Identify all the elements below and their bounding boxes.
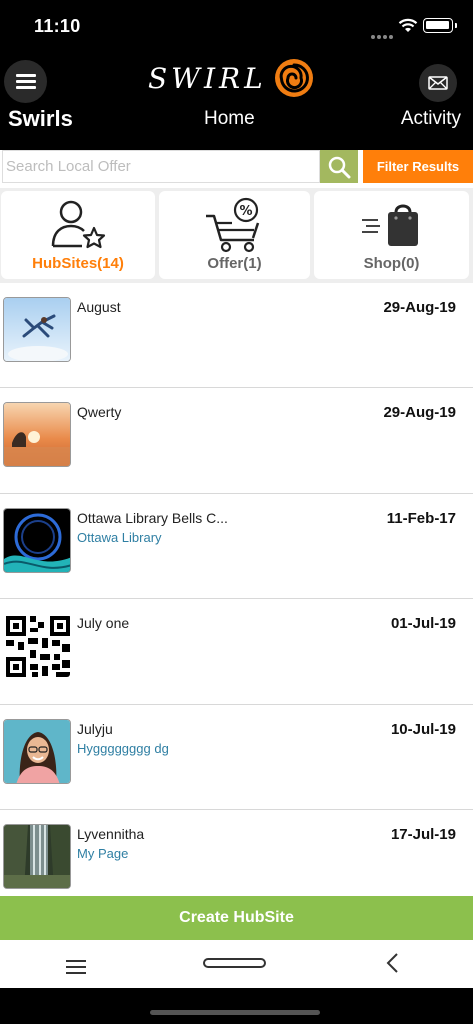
tab-offer[interactable]: % Offer(1): [159, 191, 310, 279]
item-name: Lyvennitha: [77, 825, 145, 842]
list-item[interactable]: August 29-Aug-19: [0, 283, 473, 389]
search-button[interactable]: [320, 150, 358, 183]
messages-button[interactable]: [419, 64, 457, 102]
item-date: 11-Feb-17: [386, 509, 456, 527]
tab-label: HubSites(14): [32, 255, 124, 272]
hubsite-thumbnail: [3, 297, 71, 362]
item-name: Qwerty: [77, 404, 122, 421]
signal-dots-icon: [371, 26, 395, 44]
system-nav-bar: [0, 940, 473, 988]
search-input[interactable]: [2, 150, 320, 183]
user-star-icon: [51, 200, 106, 249]
hubsite-list: August 29-Aug-19 Qwerty 29-Aug-19 Ottawa…: [0, 283, 473, 896]
item-subtitle[interactable]: Hygggggggg dg: [77, 741, 169, 756]
tab-label: Shop(0): [363, 255, 420, 272]
category-tabs: HubSites(14) % Offer(1) Shop(0): [0, 188, 473, 283]
home-indicator[interactable]: [150, 1010, 320, 1015]
status-bar: 11:10: [0, 0, 473, 50]
tab-shop[interactable]: Shop(0): [314, 191, 469, 279]
item-date: 29-Aug-19: [383, 299, 456, 316]
hubsite-thumbnail: [3, 718, 71, 784]
activity-link[interactable]: Activity: [401, 108, 461, 130]
swirl-logo-icon: [274, 59, 313, 97]
list-item[interactable]: Qwerty 29-Aug-19: [0, 388, 473, 494]
tab-hubsites[interactable]: HubSites(14): [1, 191, 155, 279]
mail-icon: [428, 76, 448, 90]
hubsite-thumbnail: [3, 823, 71, 889]
hubsite-thumbnail: [3, 402, 71, 468]
hubsite-thumbnail: [3, 507, 71, 573]
item-date: 17-Jul-19: [390, 825, 456, 843]
list-item[interactable]: Lyvennitha My Page 17-Jul-19: [0, 810, 473, 896]
item-date: 01-Jul-19: [390, 615, 456, 633]
item-date: 29-Aug-19: [383, 404, 456, 422]
list-item[interactable]: July one 01-Jul-19: [0, 599, 473, 705]
list-item[interactable]: Julyju Hygggggggg dg 10-Jul-19: [0, 705, 473, 810]
item-date: 10-Jul-19: [390, 720, 456, 738]
home-link[interactable]: Home: [204, 108, 255, 130]
cart-percent-icon: %: [205, 197, 259, 253]
item-name: Julyju: [77, 720, 113, 737]
back-chevron-icon[interactable]: [383, 950, 403, 976]
hubsite-thumbnail: [3, 613, 71, 679]
item-subtitle[interactable]: My Page: [77, 846, 128, 861]
recent-apps-icon[interactable]: [66, 956, 86, 978]
tab-label: Offer(1): [207, 255, 262, 272]
wifi-icon: [398, 18, 418, 32]
menu-button[interactable]: [4, 60, 47, 103]
status-time: 11:10: [34, 16, 81, 36]
home-pill-icon[interactable]: [203, 958, 266, 968]
create-hubsite-button[interactable]: Create HubSite: [0, 896, 473, 940]
battery-icon: [423, 18, 457, 33]
hamburger-icon: [15, 71, 36, 92]
item-subtitle[interactable]: Ottawa Library: [77, 530, 162, 545]
search-bar: Filter Results: [0, 150, 473, 188]
search-icon: [328, 156, 351, 178]
item-name: July one: [77, 615, 130, 632]
swirl-logo: SWIRL: [148, 58, 315, 98]
home-indicator-area: [0, 988, 473, 1024]
filter-results-button[interactable]: Filter Results: [363, 150, 473, 183]
list-item[interactable]: Ottawa Library Bells C... Ottawa Library…: [0, 494, 473, 600]
shopping-bag-icon: [361, 204, 418, 246]
page-title: Swirls: [8, 106, 73, 131]
app-header: SWIRL Swirls Home Activity: [0, 50, 473, 150]
item-name: August: [77, 299, 121, 315]
qr-code-icon: [4, 614, 70, 678]
item-name: Ottawa Library Bells C...: [77, 509, 228, 526]
logo-text: SWIRL: [148, 61, 267, 95]
svg-text:%: %: [239, 204, 252, 219]
